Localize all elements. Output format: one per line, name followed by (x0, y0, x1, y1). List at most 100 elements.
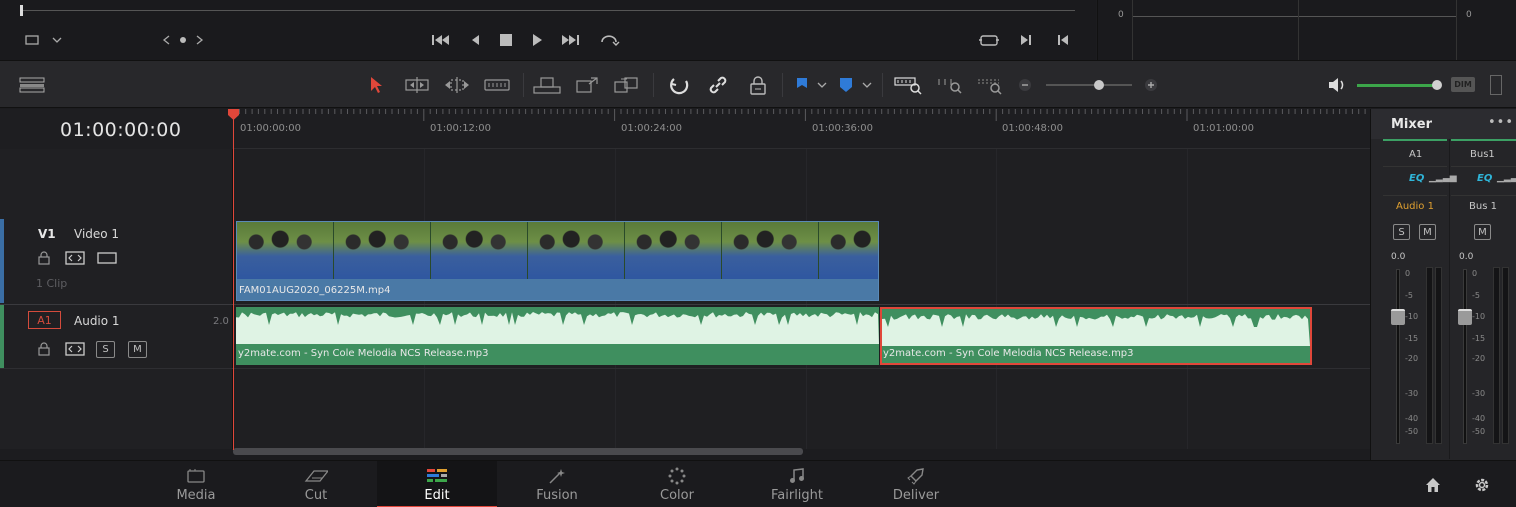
scope-grid-line (1456, 0, 1457, 60)
video-track-id: V1 (38, 227, 56, 241)
zoom-detail-icon[interactable] (934, 74, 966, 96)
stop-icon[interactable] (497, 31, 515, 49)
zoom-slider-track[interactable] (1046, 84, 1132, 86)
zoom-to-fit-icon[interactable] (892, 74, 924, 96)
match-frame-icon[interactable] (977, 31, 1001, 49)
overwrite-clip-icon[interactable] (572, 75, 602, 95)
volume-icon[interactable] (1326, 74, 1348, 96)
jump-to-start-icon[interactable] (430, 31, 452, 49)
flag-chevron-down-icon[interactable] (815, 79, 829, 91)
flag-icon[interactable] (794, 75, 810, 95)
previous-edit-icon[interactable] (1054, 31, 1072, 49)
timeline-view-options-icon[interactable] (18, 75, 46, 95)
fader-scale-label: -10 (1472, 312, 1486, 321)
viewer-scrub-handle[interactable] (20, 5, 23, 16)
fader-handle[interactable] (1458, 309, 1472, 325)
insert-clip-icon[interactable] (532, 75, 562, 95)
trim-edit-icon[interactable] (402, 75, 432, 95)
blade-edit-icon[interactable] (482, 75, 512, 95)
selection-arrow-icon[interactable] (366, 74, 386, 96)
marker-icon[interactable] (837, 75, 855, 95)
auto-track-select-icon[interactable] (65, 250, 85, 266)
playhead[interactable] (233, 118, 234, 450)
linked-selection-icon[interactable] (707, 74, 729, 96)
step-back-icon[interactable] (466, 31, 484, 49)
ruler-label: 01:00:24:00 (621, 123, 683, 134)
volume-slider-handle[interactable] (1432, 80, 1442, 90)
audio-track-id[interactable]: A1 (28, 311, 61, 329)
next-edit-icon[interactable] (1017, 31, 1035, 49)
zoom-slider-handle[interactable] (1094, 80, 1104, 90)
mixer-title: Mixer (1391, 117, 1433, 132)
video-clip[interactable]: FAM01AUG2020_06225M.mp4 (236, 221, 879, 301)
home-icon[interactable] (1423, 476, 1443, 494)
current-timecode[interactable]: 01:00:00:00 (60, 119, 181, 141)
fader-scale-label: -40 (1405, 414, 1419, 423)
lock-icon[interactable] (36, 250, 52, 266)
zoom-in-icon[interactable] (1143, 77, 1159, 93)
crop-icon[interactable] (22, 32, 42, 48)
audio-track-header[interactable]: A1 Audio 1 2.0 S M (0, 305, 233, 368)
scope-left-value: 0 (1118, 10, 1124, 20)
dynamic-trim-icon[interactable] (442, 75, 472, 95)
fader-scale-label: -30 (1405, 389, 1419, 398)
timeline-ruler[interactable]: 01:00:00:00 01:00:12:00 01:00:24:00 01:0… (233, 109, 1370, 149)
video-track-header[interactable]: V1 Video 1 1 Clip (0, 219, 233, 303)
page-tab-fairlight[interactable]: Fairlight (737, 461, 857, 507)
mute-button[interactable]: M (128, 341, 147, 358)
disable-video-track-icon[interactable] (97, 250, 117, 266)
play-icon[interactable] (528, 31, 546, 49)
eq-indicator[interactable]: EQ (1477, 173, 1492, 184)
zoom-custom-icon[interactable] (974, 74, 1006, 96)
mixer-mute-button[interactable]: M (1419, 224, 1436, 240)
mixer-solo-button[interactable]: S (1393, 224, 1410, 240)
page-tab-media[interactable]: Media (136, 461, 256, 507)
mixer-options-icon[interactable]: ••• (1488, 115, 1514, 130)
dim-button[interactable]: DIM (1451, 77, 1475, 92)
fader-scale-label: -40 (1472, 414, 1486, 423)
clip-count: 1 Clip (36, 277, 68, 290)
zoom-out-icon[interactable] (1017, 77, 1033, 93)
lock-icon[interactable] (36, 341, 52, 357)
page-tab-deliver[interactable]: Deliver (856, 461, 976, 507)
video-thumbnail (528, 222, 625, 279)
page-tab-fusion[interactable]: Fusion (497, 461, 617, 507)
mixer-mute-button[interactable]: M (1474, 224, 1491, 240)
playhead-marker-icon[interactable] (227, 109, 240, 121)
viewer-scrub-bar[interactable] (20, 10, 1075, 11)
fader-track[interactable] (1396, 269, 1400, 444)
solo-button[interactable]: S (96, 341, 115, 358)
fader-track[interactable] (1463, 269, 1467, 444)
viewer-transport-strip (0, 0, 1096, 60)
eq-indicator[interactable]: EQ (1409, 173, 1424, 184)
page-tab-color[interactable]: Color (617, 461, 737, 507)
scope-grid-line (1298, 0, 1299, 60)
position-lock-icon[interactable] (747, 74, 769, 96)
video-track-name[interactable]: Video 1 (74, 227, 119, 241)
page-tab-edit[interactable]: Edit (377, 461, 497, 507)
snapping-icon[interactable] (668, 74, 690, 96)
fader-handle[interactable] (1391, 309, 1405, 325)
page-tab-cut[interactable]: Cut (256, 461, 376, 507)
audio-track-name[interactable]: Audio 1 (74, 314, 120, 328)
marker-chevron-down-icon[interactable] (860, 79, 874, 91)
audio-clip[interactable]: y2mate.com - Syn Cole Melodia NCS Releas… (236, 307, 879, 365)
timeline-horizontal-scrollbar[interactable] (233, 448, 803, 455)
cut-icon (304, 467, 328, 485)
replace-clip-icon[interactable] (612, 75, 642, 95)
jump-to-end-icon[interactable] (559, 31, 581, 49)
audio-clip-selected[interactable]: y2mate.com - Syn Cole Melodia NCS Releas… (880, 307, 1312, 365)
fader-scale-label: -20 (1472, 354, 1486, 363)
meter-toggle-icon[interactable] (1490, 75, 1502, 95)
video-thumbnail (431, 222, 528, 279)
timecode-display: 01:00:00:00 (0, 109, 233, 149)
settings-gear-icon[interactable] (1472, 475, 1492, 495)
toolbar-separator (882, 73, 883, 97)
loop-icon[interactable] (597, 31, 621, 49)
auto-track-select-icon[interactable] (65, 341, 85, 357)
clip-nav-icon[interactable] (160, 32, 206, 48)
chevron-down-icon[interactable] (50, 32, 64, 48)
video-thumbnail (819, 222, 878, 279)
level-meter (1435, 267, 1442, 444)
volume-slider-track[interactable] (1357, 84, 1437, 87)
